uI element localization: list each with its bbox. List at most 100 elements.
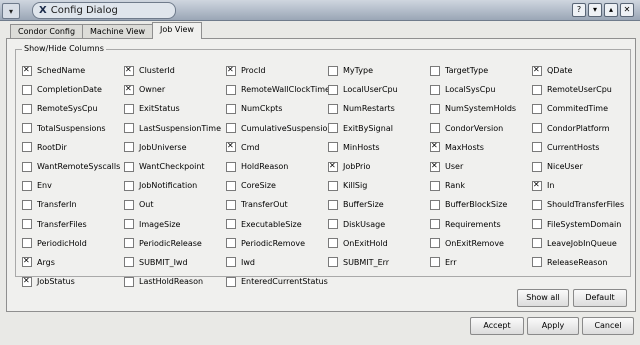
column-checkbox[interactable]	[124, 103, 134, 114]
column-checkbox[interactable]	[430, 103, 440, 114]
column-option[interactable]: NumRestarts	[328, 99, 430, 118]
column-checkbox[interactable]	[532, 199, 542, 210]
column-checkbox[interactable]	[22, 180, 32, 191]
maximize-button[interactable]: ▴	[604, 3, 618, 17]
column-checkbox[interactable]	[22, 65, 32, 76]
column-option[interactable]: JobUniverse	[124, 138, 226, 157]
column-option[interactable]: User	[430, 157, 532, 176]
column-checkbox[interactable]	[22, 276, 32, 287]
column-option[interactable]: ProcId	[226, 61, 328, 80]
column-checkbox[interactable]	[226, 180, 236, 191]
column-option[interactable]: Rank	[430, 176, 532, 195]
column-option[interactable]: CondorVersion	[430, 119, 532, 138]
column-checkbox[interactable]	[328, 180, 338, 191]
column-checkbox[interactable]	[430, 219, 440, 230]
column-option[interactable]: CumulativeSuspensionTime	[226, 119, 328, 138]
minimize-button[interactable]: ▾	[588, 3, 602, 17]
column-option[interactable]: EnteredCurrentStatus	[226, 272, 328, 291]
column-option[interactable]: JobStatus	[22, 272, 124, 291]
column-option[interactable]: BufferSize	[328, 195, 430, 214]
column-option[interactable]: LastHoldReason	[124, 272, 226, 291]
column-checkbox[interactable]	[532, 65, 542, 76]
column-checkbox[interactable]	[328, 65, 338, 76]
column-option[interactable]: PeriodicRemove	[226, 234, 328, 253]
column-checkbox[interactable]	[22, 103, 32, 114]
column-checkbox[interactable]	[226, 103, 236, 114]
column-option[interactable]: ExecutableSize	[226, 215, 328, 234]
tab-machine-view[interactable]: Machine View	[82, 24, 154, 39]
apply-button[interactable]: Apply	[527, 317, 579, 335]
column-checkbox[interactable]	[430, 65, 440, 76]
column-option[interactable]: WantCheckpoint	[124, 157, 226, 176]
tab-job-view[interactable]: Job View	[152, 22, 202, 39]
column-option[interactable]: RemoteSysCpu	[22, 99, 124, 118]
column-option[interactable]: KillSig	[328, 176, 430, 195]
column-option[interactable]: Cmd	[226, 138, 328, 157]
column-checkbox[interactable]	[124, 161, 134, 172]
column-option[interactable]: ExitStatus	[124, 99, 226, 118]
column-option[interactable]: JobPrio	[328, 157, 430, 176]
column-checkbox[interactable]	[328, 238, 338, 249]
column-option[interactable]: OnExitRemove	[430, 234, 532, 253]
column-checkbox[interactable]	[22, 238, 32, 249]
column-checkbox[interactable]	[22, 142, 32, 153]
column-option[interactable]: CondorPlatform	[532, 119, 634, 138]
column-option[interactable]: SchedName	[22, 61, 124, 80]
cancel-button[interactable]: Cancel	[582, 317, 634, 335]
column-option[interactable]: Iwd	[226, 253, 328, 272]
column-option[interactable]: QDate	[532, 61, 634, 80]
column-option[interactable]: LeaveJobInQueue	[532, 234, 634, 253]
column-option[interactable]: MyType	[328, 61, 430, 80]
column-checkbox[interactable]	[328, 257, 338, 268]
column-checkbox[interactable]	[328, 103, 338, 114]
column-option[interactable]: PeriodicRelease	[124, 234, 226, 253]
column-checkbox[interactable]	[328, 199, 338, 210]
column-option[interactable]: Owner	[124, 80, 226, 99]
column-checkbox[interactable]	[532, 257, 542, 268]
column-option[interactable]: Env	[22, 176, 124, 195]
column-option[interactable]: ClusterId	[124, 61, 226, 80]
column-option[interactable]: Err	[430, 253, 532, 272]
column-checkbox[interactable]	[22, 199, 32, 210]
column-option[interactable]: LastSuspensionTime	[124, 119, 226, 138]
tab-condor-config[interactable]: Condor Config	[10, 24, 84, 39]
column-option[interactable]: FileSystemDomain	[532, 215, 634, 234]
column-checkbox[interactable]	[226, 238, 236, 249]
column-option[interactable]: ExitBySignal	[328, 119, 430, 138]
column-checkbox[interactable]	[124, 238, 134, 249]
column-option[interactable]: BufferBlockSize	[430, 195, 532, 214]
column-option[interactable]: CoreSize	[226, 176, 328, 195]
column-checkbox[interactable]	[22, 123, 32, 134]
column-checkbox[interactable]	[124, 84, 134, 95]
column-option[interactable]: TransferOut	[226, 195, 328, 214]
column-checkbox[interactable]	[124, 142, 134, 153]
column-checkbox[interactable]	[532, 219, 542, 230]
column-option[interactable]: WantRemoteSyscalls	[22, 157, 124, 176]
default-button[interactable]: Default	[573, 289, 627, 307]
column-option[interactable]: LocalUserCpu	[328, 80, 430, 99]
column-checkbox[interactable]	[532, 84, 542, 95]
column-option[interactable]: In	[532, 176, 634, 195]
column-option[interactable]: Requirements	[430, 215, 532, 234]
column-checkbox[interactable]	[328, 161, 338, 172]
column-option[interactable]: CompletionDate	[22, 80, 124, 99]
column-checkbox[interactable]	[430, 257, 440, 268]
column-checkbox[interactable]	[532, 161, 542, 172]
close-button[interactable]: ✕	[620, 3, 634, 17]
column-checkbox[interactable]	[430, 238, 440, 249]
column-checkbox[interactable]	[124, 123, 134, 134]
accept-button[interactable]: Accept	[470, 317, 524, 335]
column-option[interactable]: HoldReason	[226, 157, 328, 176]
column-option[interactable]: RootDir	[22, 138, 124, 157]
column-option[interactable]: NiceUser	[532, 157, 634, 176]
column-checkbox[interactable]	[124, 199, 134, 210]
column-checkbox[interactable]	[124, 276, 134, 287]
column-checkbox[interactable]	[532, 180, 542, 191]
column-checkbox[interactable]	[532, 142, 542, 153]
column-checkbox[interactable]	[226, 161, 236, 172]
column-option[interactable]: ShouldTransferFiles	[532, 195, 634, 214]
column-checkbox[interactable]	[22, 161, 32, 172]
column-checkbox[interactable]	[328, 123, 338, 134]
column-checkbox[interactable]	[226, 276, 236, 287]
column-checkbox[interactable]	[328, 142, 338, 153]
